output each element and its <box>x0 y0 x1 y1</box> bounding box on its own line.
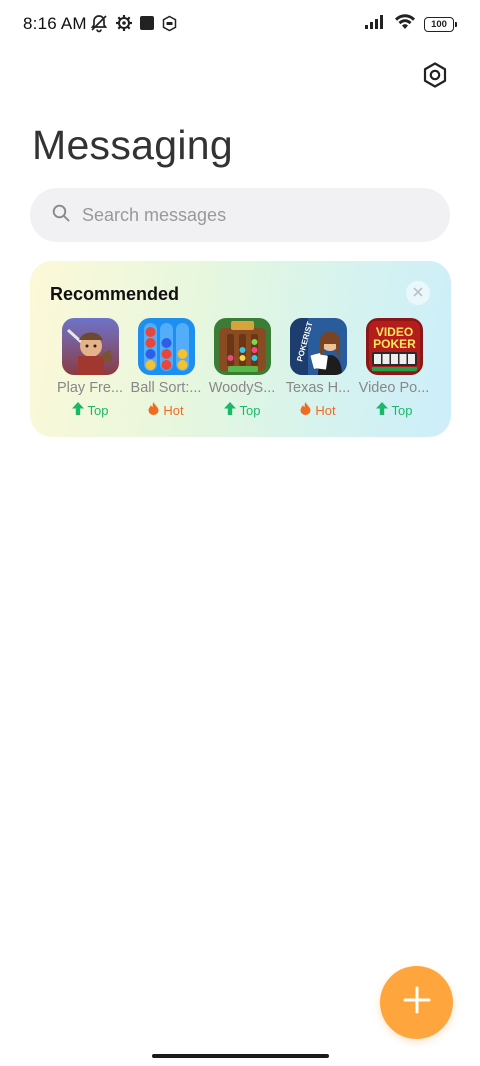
app-icon-texas-holdem: POKERIST <box>289 318 347 375</box>
status-icons-left <box>89 13 178 38</box>
arrow-up-icon <box>375 402 388 418</box>
search-input[interactable] <box>82 204 402 226</box>
app-icon-video-poker: VIDEO POKER <box>365 318 423 375</box>
wifi-icon <box>394 13 416 35</box>
square-icon <box>139 15 155 36</box>
plus-icon <box>403 986 431 1019</box>
close-recommended-button[interactable] <box>406 281 430 305</box>
muted-bell-icon <box>89 13 109 38</box>
settings-button[interactable] <box>418 60 452 94</box>
page-title: Messaging <box>32 122 233 168</box>
video-poker-logo-line-2: POKER <box>373 337 416 351</box>
app-name: WoodyS... <box>208 380 276 396</box>
app-name: Video Po... <box>358 380 430 396</box>
status-time: 8:16 AM <box>23 14 87 33</box>
status-icons-right: 100 <box>364 13 457 35</box>
app-name: Ball Sort:... <box>130 380 202 396</box>
recommended-app[interactable]: POKERIST Texas H... Hot <box>280 318 356 418</box>
recommended-app[interactable]: WoodyS... Top <box>204 318 280 418</box>
recommended-app[interactable]: Ball Sort:... Hot <box>128 318 204 418</box>
battery-level: 100 <box>431 18 447 30</box>
recommended-title: Recommended <box>50 284 180 304</box>
arrow-up-icon <box>71 402 84 418</box>
app-icon-warrior <box>61 318 119 375</box>
app-badge: Top <box>71 402 108 418</box>
settings-hexagon-icon <box>421 61 449 94</box>
recommended-app-list: Play Fre... Top Ball Sort:... Hot WoodyS… <box>52 318 432 418</box>
status-bar: 8:16 AM 100 <box>0 0 480 48</box>
new-message-button[interactable] <box>380 966 453 1039</box>
signal-icon <box>364 14 386 35</box>
close-icon <box>413 284 423 302</box>
search-icon <box>52 204 70 227</box>
app-badge: Top <box>375 402 412 418</box>
shield-icon <box>161 15 178 37</box>
app-badge: Hot <box>300 402 336 418</box>
search-bar[interactable] <box>30 188 450 242</box>
recommended-app[interactable]: Play Fre... Top <box>52 318 128 418</box>
app-badge: Hot <box>148 402 184 418</box>
recommended-card: Recommended Play Fre... Top Ball Sort:..… <box>30 261 451 437</box>
gear-icon <box>115 14 133 37</box>
arrow-up-icon <box>223 402 236 418</box>
app-name: Texas H... <box>285 380 351 396</box>
flame-icon <box>148 402 159 418</box>
app-name: Play Fre... <box>56 380 124 396</box>
recommended-app[interactable]: VIDEO POKER Video Po... Top <box>356 318 432 418</box>
app-badge: Top <box>223 402 260 418</box>
battery-icon: 100 <box>424 16 457 32</box>
app-icon-woody-sort <box>213 318 271 375</box>
home-indicator[interactable] <box>152 1054 329 1058</box>
app-icon-ball-sort <box>137 318 195 375</box>
flame-icon <box>300 402 311 418</box>
